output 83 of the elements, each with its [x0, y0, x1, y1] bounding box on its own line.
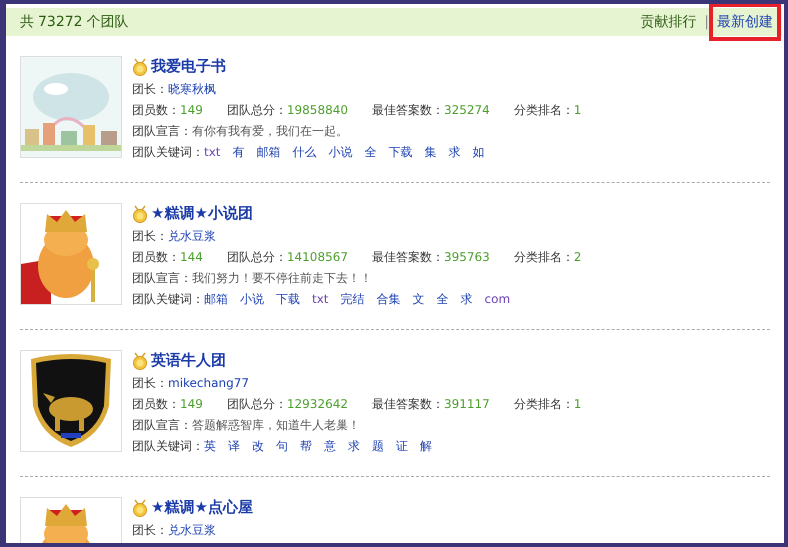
- declaration-label: 团队宣言：: [132, 124, 192, 139]
- keyword-link[interactable]: 全: [436, 292, 449, 307]
- keyword-link[interactable]: 求: [448, 145, 461, 160]
- declaration-text: 答题解惑智库，知道牛人老巢！: [192, 418, 360, 433]
- stat-value: 144: [180, 250, 203, 265]
- team-name[interactable]: ★糕调★点心屋: [151, 498, 253, 517]
- stat-value: 325274: [444, 103, 490, 118]
- declaration-label: 团队宣言：: [132, 271, 192, 286]
- leader-label: 团长：: [132, 229, 168, 244]
- stat-value: 12932642: [286, 397, 348, 412]
- stat-label: 团队总分：: [226, 103, 287, 118]
- keyword-link[interactable]: 题: [372, 439, 384, 454]
- keyword-link[interactable]: 下载: [388, 145, 413, 160]
- keyword-link[interactable]: 下载: [276, 292, 300, 307]
- keyword-link[interactable]: 小说: [328, 145, 353, 160]
- keyword-link[interactable]: 英: [204, 439, 216, 454]
- stat-label: 最佳答案数：: [372, 103, 444, 118]
- leader-link[interactable]: mikechang77: [168, 376, 249, 391]
- declaration-text: 有你有我有爱，我们在一起。: [192, 124, 348, 139]
- team-count: 共 73272 个团队: [20, 13, 129, 31]
- leader-label: 团长：: [132, 82, 168, 97]
- stat-label: 最佳答案数：: [372, 397, 444, 412]
- declaration-text: 我们努力！要不停往前走下去！！: [192, 271, 372, 286]
- keyword-link[interactable]: 有: [232, 145, 245, 160]
- team-name[interactable]: ★糕调★小说团: [151, 204, 253, 223]
- keyword-link[interactable]: 小说: [240, 292, 264, 307]
- leader-link[interactable]: 兑水豆浆: [168, 229, 216, 244]
- leader-link[interactable]: 晓寒秋枫: [168, 82, 216, 97]
- keyword-link[interactable]: 什么: [292, 145, 317, 160]
- keyword-link[interactable]: 合集: [376, 292, 401, 307]
- stat-label: 分类排名：: [514, 250, 574, 265]
- keyword-link[interactable]: 改: [252, 439, 264, 454]
- stat-value: 395763: [444, 250, 490, 265]
- keyword-link[interactable]: 求: [348, 439, 360, 454]
- keywords-label: 团队关键词：: [132, 292, 204, 307]
- declaration-label: 团队宣言：: [132, 418, 192, 433]
- medal-icon: [132, 58, 148, 76]
- stat-label: 分类排名：: [514, 397, 574, 412]
- keyword-link[interactable]: 邮箱: [256, 145, 281, 160]
- keywords-label: 团队关键词：: [132, 145, 204, 160]
- stat-label: 团员数：: [132, 250, 180, 265]
- keyword-link[interactable]: 集: [424, 145, 437, 160]
- medal-icon: [132, 498, 148, 516]
- sort-link[interactable]: 最新创建: [709, 4, 781, 41]
- stat-value: 391117: [444, 397, 490, 412]
- keyword-link[interactable]: 如: [472, 145, 485, 160]
- keyword-link[interactable]: 邮箱: [204, 292, 228, 307]
- stat-value: 1: [574, 103, 582, 118]
- medal-icon: [132, 204, 148, 222]
- keyword-link[interactable]: com: [484, 292, 510, 307]
- team-name[interactable]: 我爱电子书: [151, 57, 226, 76]
- stat-label: 最佳答案数：: [372, 250, 444, 265]
- team-name[interactable]: 英语牛人团: [151, 351, 226, 370]
- stat-value: 19858840: [286, 103, 348, 118]
- keyword-link[interactable]: 文: [412, 292, 425, 307]
- leader-label: 团长：: [132, 376, 168, 391]
- stat-label: 团队总分：: [226, 397, 287, 412]
- leader-label: 团长：: [132, 523, 168, 538]
- stat-value: 149: [180, 103, 203, 118]
- stat-value: 149: [180, 397, 203, 412]
- keywords-label: 团队关键词：: [132, 439, 204, 454]
- keyword-link[interactable]: 解: [420, 439, 432, 454]
- keyword-link[interactable]: 句: [276, 439, 288, 454]
- stat-label: 团队总分：: [226, 250, 287, 265]
- stat-label: 团员数：: [132, 397, 180, 412]
- keyword-link[interactable]: 帮: [300, 439, 312, 454]
- keyword-link[interactable]: 译: [228, 439, 240, 454]
- stat-label: 团员数：: [132, 103, 180, 118]
- keyword-link[interactable]: 证: [396, 439, 408, 454]
- sort-link[interactable]: 贡献排行: [632, 4, 704, 41]
- keyword-link[interactable]: 完结: [340, 292, 365, 307]
- keyword-link[interactable]: 全: [364, 145, 377, 160]
- keyword-link[interactable]: 意: [324, 439, 336, 454]
- stat-value: 1: [574, 397, 582, 412]
- leader-link[interactable]: 兑水豆浆: [168, 523, 216, 538]
- keyword-link[interactable]: txt: [312, 292, 329, 307]
- stat-label: 分类排名：: [514, 103, 574, 118]
- separator: |: [704, 14, 709, 30]
- keyword-link[interactable]: 求: [460, 292, 473, 307]
- medal-icon: [132, 352, 148, 370]
- stat-value: 2: [574, 250, 582, 265]
- stat-value: 14108567: [286, 250, 348, 265]
- keyword-link[interactable]: txt: [204, 145, 221, 160]
